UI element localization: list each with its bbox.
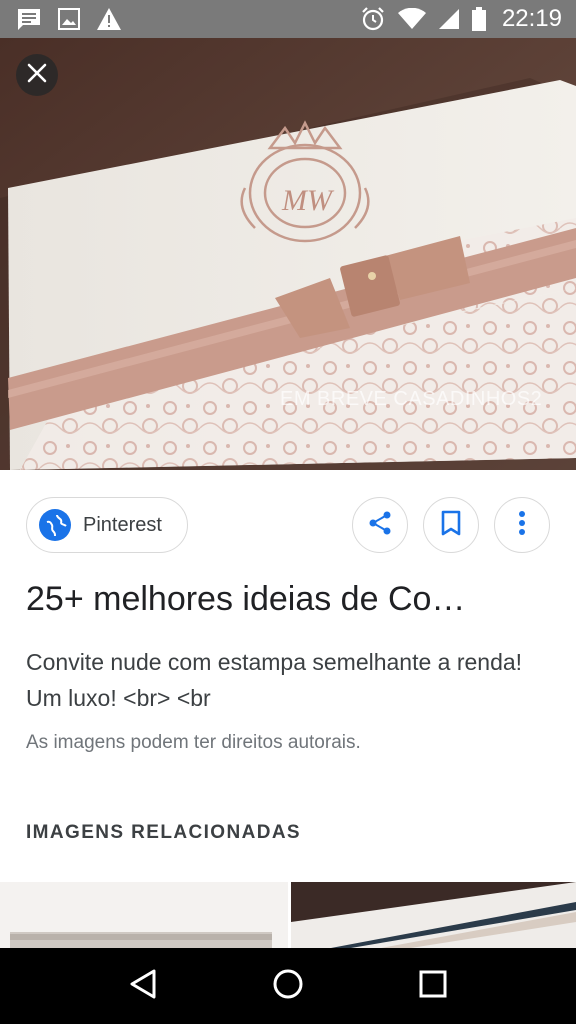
home-button[interactable] xyxy=(258,956,318,1016)
recents-button[interactable] xyxy=(403,956,463,1016)
watermark: EM BREVE CASADINHOS2 xyxy=(280,388,543,410)
thumbnail-graphic xyxy=(0,882,288,948)
battery-icon xyxy=(471,7,486,31)
wifi-icon xyxy=(397,8,426,30)
signal-icon xyxy=(438,8,460,30)
save-button[interactable] xyxy=(423,497,479,553)
more-vert-icon xyxy=(518,510,526,541)
clock: 22:19 xyxy=(501,5,562,32)
related-image-thumbnail[interactable] xyxy=(291,882,576,948)
source-chip[interactable]: Pinterest xyxy=(26,497,188,553)
message-icon xyxy=(16,7,42,31)
close-icon xyxy=(27,63,47,88)
back-button[interactable] xyxy=(113,956,173,1016)
actions-row: Pinterest xyxy=(0,496,576,556)
more-options-button[interactable] xyxy=(494,497,550,553)
status-bar: 22:19 xyxy=(0,0,576,38)
share-button[interactable] xyxy=(352,497,408,553)
close-button[interactable] xyxy=(16,54,58,96)
recents-square-icon xyxy=(419,970,447,1003)
hero-image[interactable]: MW EM BREVE CASADINHOS2 xyxy=(0,38,576,470)
globe-icon xyxy=(39,509,71,541)
result-description: Convite nude com estampa semelhante a re… xyxy=(26,649,523,711)
bookmark-icon xyxy=(440,510,462,541)
share-icon xyxy=(367,510,393,541)
alarm-icon xyxy=(360,6,386,32)
status-right: 22:19 xyxy=(360,5,562,33)
source-label: Pinterest xyxy=(83,513,162,536)
copyright-notice: As imagens podem ter direitos autorais. xyxy=(26,732,361,753)
back-triangle-icon xyxy=(128,968,158,1005)
image-icon xyxy=(58,8,80,30)
related-images-heading: IMAGENS RELACIONADAS xyxy=(26,822,302,843)
status-left xyxy=(16,7,122,31)
result-title[interactable]: 25+ melhores ideias de Co… xyxy=(26,580,556,619)
home-circle-icon xyxy=(272,968,304,1005)
navigation-bar xyxy=(0,948,576,1024)
warning-icon xyxy=(96,7,122,31)
thumbnail-graphic xyxy=(291,882,576,948)
related-image-thumbnail[interactable] xyxy=(0,882,288,948)
monogram-text: MW xyxy=(281,184,335,217)
